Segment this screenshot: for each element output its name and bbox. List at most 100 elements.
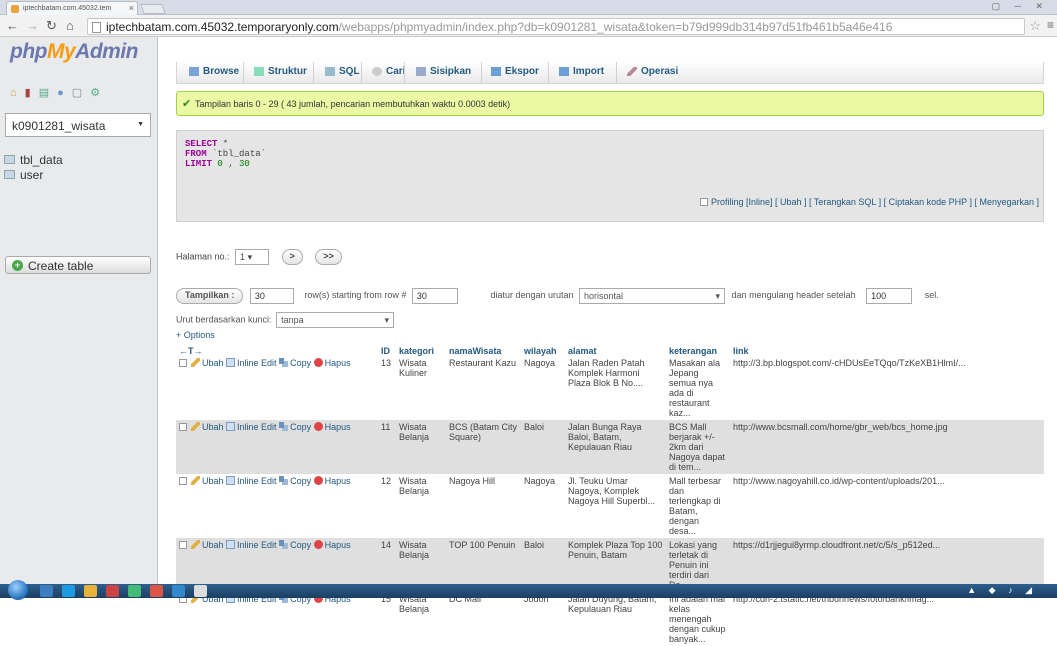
- row-checkbox[interactable]: [179, 423, 187, 431]
- sidebar-item-user[interactable]: user: [3, 168, 43, 182]
- tab-operasi[interactable]: Operasi: [627, 66, 678, 77]
- forward-icon[interactable]: →: [26, 18, 39, 33]
- sidebar-item-tbl-data[interactable]: tbl_data: [3, 153, 63, 167]
- sidebar-icon-bar[interactable]: ⌂▮▤●▢⚙: [10, 86, 108, 99]
- sql-links-text[interactable]: Profiling [Inline] [ Ubah ] [ Terangkan …: [711, 197, 1039, 207]
- docs-icon[interactable]: ●: [57, 87, 72, 99]
- repeat-header-input[interactable]: 100: [866, 288, 913, 304]
- sort-key-select[interactable]: tanpa ▾: [276, 312, 395, 328]
- edit-link[interactable]: Ubah: [191, 358, 224, 368]
- column-header-id[interactable]: ID: [378, 340, 396, 356]
- cell-link[interactable]: http://3.bp.blogspot.com/-cHDUsEeTQqo/Tz…: [730, 356, 1044, 420]
- create-table-button[interactable]: + Create table: [5, 256, 151, 274]
- last-page-button[interactable]: >>: [315, 249, 342, 265]
- taskbar-app-icon[interactable]: [172, 585, 185, 597]
- query-icon[interactable]: ▤: [39, 87, 57, 99]
- edit-link[interactable]: Ubah: [191, 422, 224, 432]
- tab-struktur[interactable]: Struktur: [254, 66, 307, 77]
- copy-link[interactable]: Copy: [279, 476, 311, 486]
- cell-id[interactable]: 12: [378, 474, 396, 538]
- browser-menu-icon[interactable]: ≡: [1047, 18, 1054, 32]
- cell-namawisata[interactable]: DC Mall: [446, 592, 521, 646]
- tab-sql[interactable]: SQL: [325, 66, 360, 77]
- tab-import[interactable]: Import: [559, 66, 604, 77]
- bookmark-star-icon[interactable]: ☆: [1029, 18, 1041, 34]
- table-row[interactable]: Ubah Inline Edit Copy Hapus 11 Wisata Bela…: [176, 420, 1044, 474]
- cell-keterangan[interactable]: BCS Mall berjarak +/- 2km dari Nagoya da…: [666, 420, 730, 474]
- cell-wilayah[interactable]: Nagoya: [521, 474, 565, 538]
- inline-edit-link[interactable]: Inline Edit: [226, 422, 277, 432]
- table-row[interactable]: Ubah Inline Edit Copy Hapus 15 Wisata Bela…: [176, 592, 1044, 646]
- copy-link[interactable]: Copy: [279, 358, 311, 368]
- taskbar-app-icon[interactable]: [106, 585, 119, 597]
- column-header-link[interactable]: link: [730, 340, 1044, 356]
- tab-ekspor[interactable]: Ekspor: [491, 66, 539, 77]
- column-header-namawisata[interactable]: namaWisata: [446, 340, 521, 356]
- cell-keterangan[interactable]: Mall terbesar dan terlengkap di Batam, d…: [666, 474, 730, 538]
- taskbar-app-icon[interactable]: [150, 585, 163, 597]
- delete-link[interactable]: Hapus: [313, 422, 351, 432]
- browser-tab[interactable]: iptechbatam.com.45032.tem ×: [6, 1, 138, 15]
- new-tab-button[interactable]: [140, 4, 166, 14]
- column-header-wilayah[interactable]: wilayah: [521, 340, 565, 356]
- start-button[interactable]: [8, 580, 28, 600]
- cell-namawisata[interactable]: BCS (Batam City Square): [446, 420, 521, 474]
- column-header-alamat[interactable]: alamat: [565, 340, 666, 356]
- reload-icon[interactable]: ↻: [46, 18, 57, 34]
- taskbar-app-icon[interactable]: [40, 585, 53, 597]
- column-header-kategori[interactable]: kategori: [396, 340, 446, 356]
- inline-edit-link[interactable]: Inline Edit: [226, 476, 277, 486]
- cell-link[interactable]: http://www.bcsmall.com/home/gbr_web/bcs_…: [730, 420, 1044, 474]
- delete-link[interactable]: Hapus: [313, 358, 351, 368]
- cell-id[interactable]: 11: [378, 420, 396, 474]
- home-icon[interactable]: ⌂: [10, 87, 25, 99]
- settings-icon[interactable]: ⚙: [90, 87, 108, 99]
- cell-namawisata[interactable]: Nagoya Hill: [446, 474, 521, 538]
- cell-alamat[interactable]: Jalan Bunga Raya Baloi, Batam, Kepulauan…: [565, 420, 666, 474]
- delete-link[interactable]: Hapus: [313, 476, 351, 486]
- cell-namawisata[interactable]: Restaurant Kazu: [446, 356, 521, 420]
- inline-edit-link[interactable]: Inline Edit: [226, 540, 277, 550]
- phpmyadmin-logo[interactable]: phpMyAdmin: [10, 40, 138, 64]
- row-checkbox[interactable]: [179, 477, 187, 485]
- docs-sql-icon[interactable]: ▢: [72, 87, 90, 99]
- inline-edit-link[interactable]: Inline Edit: [226, 358, 277, 368]
- tab-sisipkan[interactable]: Sisipkan: [416, 66, 471, 77]
- cell-alamat[interactable]: Jl. Teuku Umar Nagoya, Komplek Nagoya Hi…: [565, 474, 666, 538]
- options-toggle[interactable]: + Options: [176, 330, 215, 340]
- tab-close-icon[interactable]: ×: [129, 3, 134, 13]
- taskbar-app-icon[interactable]: [128, 585, 141, 597]
- cell-kategori[interactable]: Wisata Belanja: [396, 420, 446, 474]
- row-checkbox[interactable]: [179, 359, 187, 367]
- cell-alamat[interactable]: Jalan Raden Patah Komplek Harmoni Plaza …: [565, 356, 666, 420]
- cell-keterangan[interactable]: Masakan ala Jepang semua nya ada di rest…: [666, 356, 730, 420]
- next-page-button[interactable]: >: [281, 249, 303, 265]
- tab-cari[interactable]: Cari: [372, 66, 405, 77]
- start-row-input[interactable]: 30: [411, 288, 458, 304]
- cell-link[interactable]: http://cdn-2.tstatic.net/tribunnews/foto…: [730, 592, 1044, 646]
- logout-icon[interactable]: ▮: [25, 87, 39, 99]
- back-icon[interactable]: ←: [6, 18, 19, 33]
- cell-wilayah[interactable]: Nagoya: [521, 356, 565, 420]
- taskbar-folder-icon[interactable]: [84, 585, 97, 597]
- cell-kategori[interactable]: Wisata Belanja: [396, 474, 446, 538]
- sql-action-links[interactable]: Profiling [Inline] [ Ubah ] [ Terangkan …: [699, 197, 1039, 207]
- rows-count-input[interactable]: 30: [249, 288, 294, 304]
- taskbar-browser-icon[interactable]: [62, 585, 75, 597]
- cell-keterangan[interactable]: Ini adalah mal kelas menengah dengan cuk…: [666, 592, 730, 646]
- taskbar-app-icon[interactable]: [194, 585, 207, 597]
- cell-wilayah[interactable]: Baloi: [521, 420, 565, 474]
- cell-kategori[interactable]: Wisata Belanja: [396, 592, 446, 646]
- cell-alamat[interactable]: Jalan Duyung, Batam, Kepulauan Riau: [565, 592, 666, 646]
- cell-wilayah[interactable]: Jodoh: [521, 592, 565, 646]
- tampilkan-button[interactable]: Tampilkan :: [176, 288, 244, 304]
- url-input[interactable]: iptechbatam.com.45032.temporaryonly.com/…: [87, 18, 1025, 35]
- cell-id[interactable]: 15: [378, 592, 396, 646]
- copy-link[interactable]: Copy: [279, 422, 311, 432]
- cell-link[interactable]: http://www.nagoyahill.co.id/wp-content/u…: [730, 474, 1044, 538]
- table-row[interactable]: Ubah Inline Edit Copy Hapus 13 Wisata Kuli…: [176, 356, 1044, 420]
- cell-kategori[interactable]: Wisata Kuliner: [396, 356, 446, 420]
- home-icon[interactable]: ⌂: [66, 18, 74, 33]
- system-tray[interactable]: ▲ ◆ ♪ ◢: [967, 585, 1037, 596]
- table-row[interactable]: Ubah Inline Edit Copy Hapus 12 Wisata Bela…: [176, 474, 1044, 538]
